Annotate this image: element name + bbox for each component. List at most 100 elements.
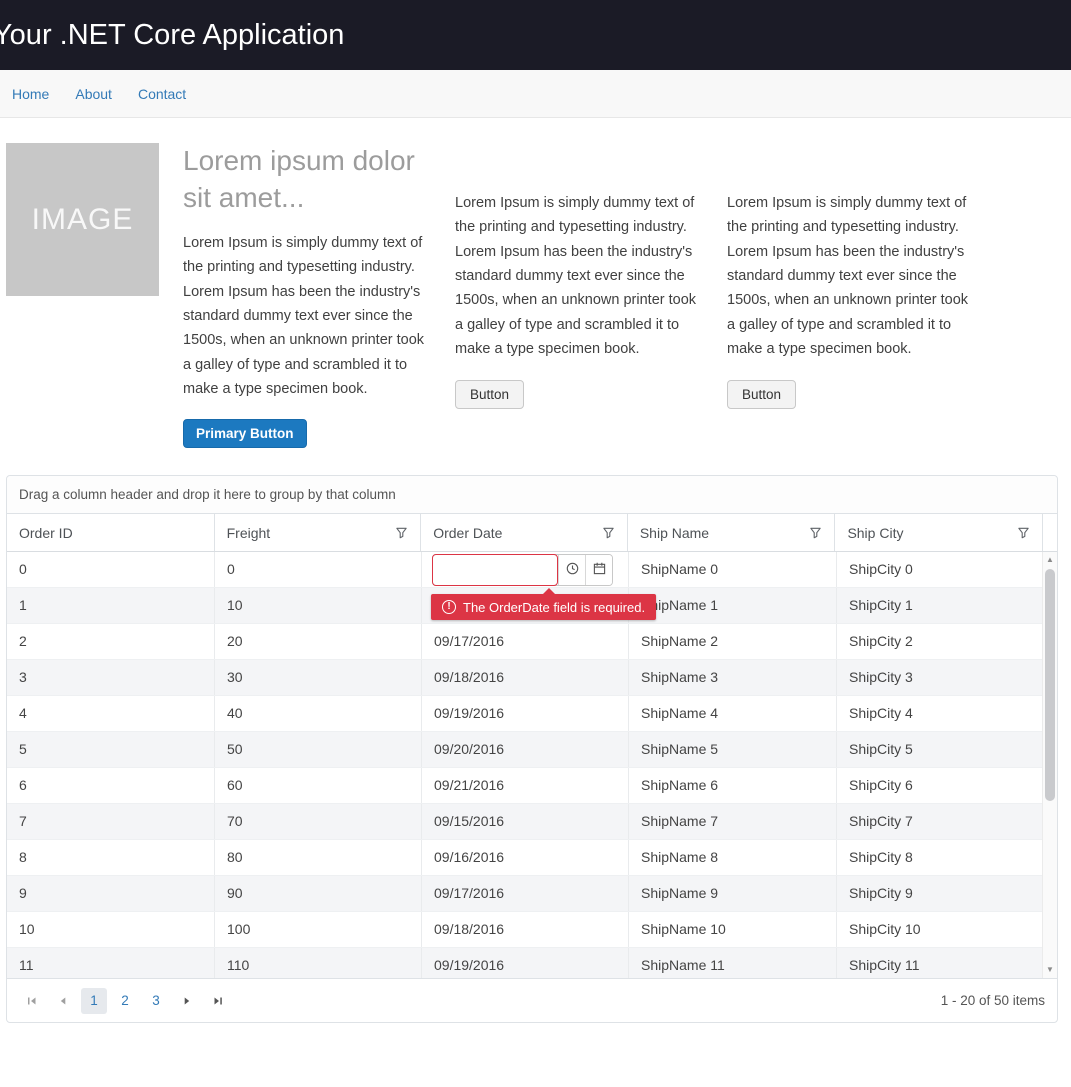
cell-ship-city: ShipCity 1 (836, 588, 1044, 623)
grid-body: 0 0 ShipName 0 ShipCity 0 1 10 ShipName … (7, 552, 1057, 978)
cell-order-id: 1 (7, 588, 214, 623)
column-header-order-date[interactable]: Order Date (420, 514, 627, 551)
column-header-ship-city[interactable]: Ship City (834, 514, 1042, 551)
pager-first-button[interactable] (19, 988, 45, 1014)
pager-info: 1 - 20 of 50 items (941, 993, 1045, 1008)
hero-column-3: Lorem Ipsum is simply dummy text of the … (727, 143, 975, 409)
cell-ship-city: ShipCity 10 (836, 912, 1044, 947)
table-row: 6 60 09/21/2016 ShipName 6 ShipCity 6 (7, 768, 1044, 804)
grid-header-row: Order ID Freight Order Date Ship Name Sh… (7, 514, 1057, 552)
hero-paragraph-2: Lorem Ipsum is simply dummy text of the … (455, 191, 703, 362)
cell-ship-city: ShipCity 3 (836, 660, 1044, 695)
app-header: Your .NET Core Application (0, 0, 1071, 70)
cell-order-date: 09/19/2016 (421, 948, 628, 978)
scrollbar-thumb[interactable] (1045, 569, 1055, 801)
date-picker-button[interactable] (585, 555, 612, 585)
filter-icon[interactable] (809, 526, 822, 539)
column-header-freight[interactable]: Freight (214, 514, 421, 551)
nav-link-contact[interactable]: Contact (138, 86, 186, 102)
cell-ship-city: ShipCity 9 (836, 876, 1044, 911)
cell-order-date (421, 552, 628, 587)
cell-order-id: 10 (7, 912, 214, 947)
cell-ship-name: ShipName 7 (628, 804, 836, 839)
table-row: 7 70 09/15/2016 ShipName 7 ShipCity 7 (7, 804, 1044, 840)
cell-freight: 10 (214, 588, 421, 623)
cell-order-date: 09/17/2016 (421, 624, 628, 659)
pager-next-button[interactable] (174, 988, 200, 1014)
hero-heading: Lorem ipsum dolor sit amet... (183, 143, 431, 217)
cell-freight: 40 (214, 696, 421, 731)
hero-column-2: Lorem Ipsum is simply dummy text of the … (455, 143, 703, 409)
image-placeholder: IMAGE (6, 143, 159, 296)
cell-freight: 0 (214, 552, 421, 587)
cell-order-date: 09/17/2016 (421, 876, 628, 911)
column-header-ship-name[interactable]: Ship Name (627, 514, 835, 551)
column-header-order-id[interactable]: Order ID (7, 514, 214, 551)
pager-page-1[interactable]: 1 (81, 988, 107, 1014)
table-row: 10 100 09/18/2016 ShipName 10 ShipCity 1… (7, 912, 1044, 948)
hero-section: IMAGE Lorem ipsum dolor sit amet... Lore… (0, 118, 1071, 448)
cell-freight: 90 (214, 876, 421, 911)
scroll-down-icon[interactable]: ▼ (1043, 963, 1057, 977)
secondary-button-2[interactable]: Button (727, 380, 796, 409)
order-date-editor (432, 554, 613, 586)
cell-ship-city: ShipCity 0 (836, 552, 1044, 587)
cell-ship-name: ShipName 11 (628, 948, 836, 978)
calendar-icon (593, 562, 606, 578)
cell-ship-name: ShipName 5 (628, 732, 836, 767)
table-row: 2 20 09/17/2016 ShipName 2 ShipCity 2 (7, 624, 1044, 660)
grid-pager: 1 2 3 1 - 20 of 50 items (7, 978, 1057, 1022)
cell-order-id: 8 (7, 840, 214, 875)
app-title: Your .NET Core Application (0, 19, 344, 52)
nav-link-about[interactable]: About (75, 86, 112, 102)
cell-ship-city: ShipCity 8 (836, 840, 1044, 875)
cell-freight: 50 (214, 732, 421, 767)
cell-ship-name: ShipName 3 (628, 660, 836, 695)
cell-ship-name: ShipName 0 (628, 552, 836, 587)
pager-prev-button[interactable] (50, 988, 76, 1014)
pager-last-button[interactable] (205, 988, 231, 1014)
filter-icon[interactable] (602, 526, 615, 539)
cell-ship-city: ShipCity 2 (836, 624, 1044, 659)
cell-ship-city: ShipCity 4 (836, 696, 1044, 731)
nav-link-home[interactable]: Home (12, 86, 49, 102)
cell-order-id: 2 (7, 624, 214, 659)
scroll-up-icon[interactable]: ▲ (1043, 553, 1057, 567)
time-picker-button[interactable] (558, 555, 585, 585)
table-row: 5 50 09/20/2016 ShipName 5 ShipCity 5 (7, 732, 1044, 768)
cell-order-date: 09/15/2016 (421, 804, 628, 839)
cell-order-date: 09/21/2016 (421, 768, 628, 803)
pager-page-2[interactable]: 2 (112, 988, 138, 1014)
cell-ship-name: ShipName 1 (628, 588, 836, 623)
cell-ship-name: ShipName 8 (628, 840, 836, 875)
table-row: 3 30 09/18/2016 ShipName 3 ShipCity 3 (7, 660, 1044, 696)
cell-freight: 70 (214, 804, 421, 839)
filter-icon[interactable] (1017, 526, 1030, 539)
table-row: 0 0 ShipName 0 ShipCity 0 (7, 552, 1044, 588)
secondary-button-1[interactable]: Button (455, 380, 524, 409)
navbar: Home About Contact (0, 70, 1071, 118)
cell-order-date: 09/20/2016 (421, 732, 628, 767)
cell-freight: 110 (214, 948, 421, 978)
cell-order-id: 6 (7, 768, 214, 803)
order-date-input[interactable] (432, 554, 558, 586)
hero-column-1: Lorem ipsum dolor sit amet... Lorem Ipsu… (183, 143, 431, 448)
table-row: 4 40 09/19/2016 ShipName 4 ShipCity 4 (7, 696, 1044, 732)
cell-freight: 20 (214, 624, 421, 659)
cell-order-date: 09/18/2016 (421, 912, 628, 947)
cell-order-date: 09/19/2016 (421, 696, 628, 731)
cell-order-id: 5 (7, 732, 214, 767)
vertical-scrollbar[interactable]: ▲ ▼ (1042, 552, 1057, 978)
cell-order-id: 7 (7, 804, 214, 839)
pager-page-3[interactable]: 3 (143, 988, 169, 1014)
cell-freight: 80 (214, 840, 421, 875)
cell-order-id: 0 (7, 552, 214, 587)
hero-paragraph-1: Lorem Ipsum is simply dummy text of the … (183, 231, 431, 402)
grid-group-panel[interactable]: Drag a column header and drop it here to… (7, 476, 1057, 514)
validation-message: The OrderDate field is required. (463, 600, 645, 615)
primary-button[interactable]: Primary Button (183, 419, 307, 448)
filter-icon[interactable] (395, 526, 408, 539)
cell-order-id: 4 (7, 696, 214, 731)
cell-ship-name: ShipName 9 (628, 876, 836, 911)
cell-ship-city: ShipCity 7 (836, 804, 1044, 839)
